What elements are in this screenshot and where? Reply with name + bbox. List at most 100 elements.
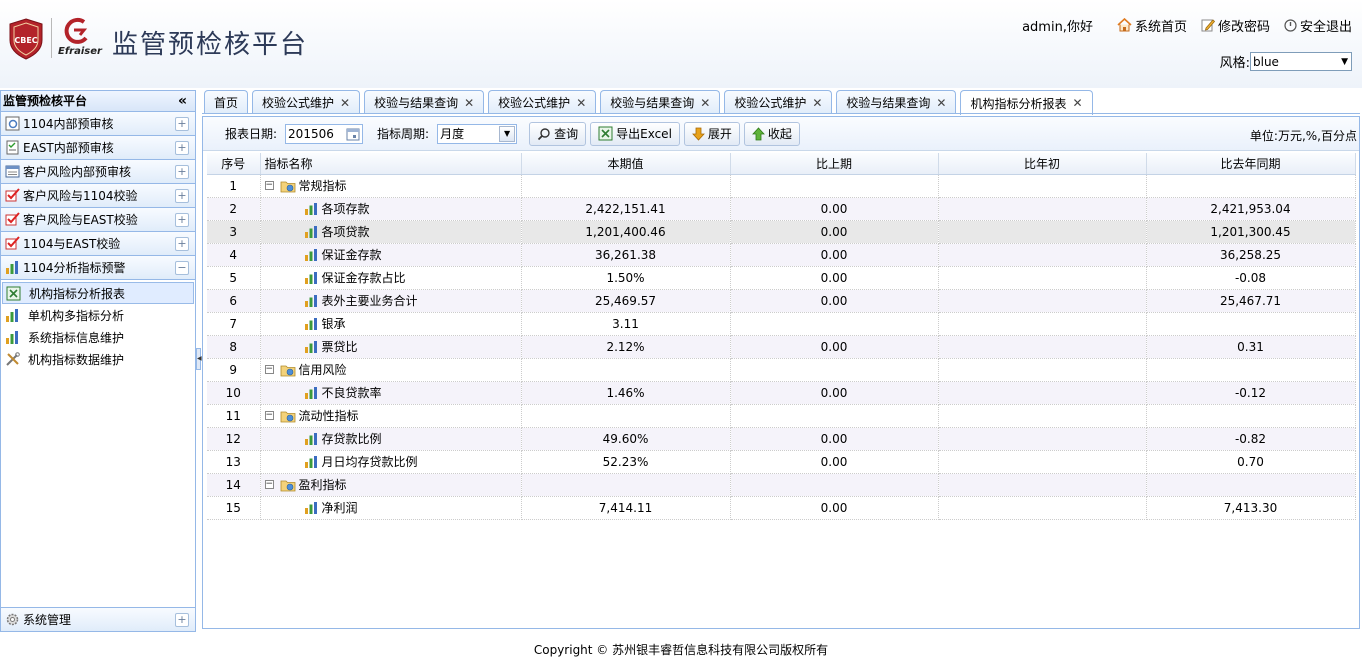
vs-ytd-value: [938, 335, 1147, 359]
close-icon[interactable]: ✕: [340, 96, 350, 110]
vs-yoy-value: -0.12: [1146, 381, 1356, 405]
expand-icon[interactable]: +: [175, 613, 189, 627]
sidebar-group-customer-risk-review[interactable]: 客户风险内部预审核 +: [1, 160, 195, 184]
tab-check-result-query[interactable]: 校验与结果查询 ✕: [600, 90, 721, 114]
sidebar-group-east-review[interactable]: EAST内部预审核 +: [1, 136, 195, 160]
vs-yoy-value: 0.70: [1146, 450, 1356, 474]
tree-collapse-toggle[interactable]: −: [264, 411, 274, 420]
table-row[interactable]: 13 月日均存贷款比例 52.23% 0.00 0.70: [207, 450, 1356, 474]
home-link[interactable]: 系统首页: [1117, 16, 1187, 35]
expand-icon[interactable]: +: [175, 141, 189, 155]
sidebar-group-customer-risk-1104[interactable]: 客户风险与1104校验 +: [1, 184, 195, 208]
column-header-name[interactable]: 指标名称: [260, 153, 522, 175]
table-row[interactable]: 4 保证金存款 36,261.38 0.00 36,258.25: [207, 243, 1356, 267]
expand-icon[interactable]: +: [175, 237, 189, 251]
collapse-icon[interactable]: −: [175, 261, 189, 275]
close-icon[interactable]: ✕: [936, 96, 946, 110]
close-icon[interactable]: ✕: [812, 96, 822, 110]
sidebar-item-label: 机构指标分析报表: [29, 286, 126, 301]
bar-chart-icon: [304, 271, 317, 284]
sidebar-group-customer-risk-east[interactable]: 客户风险与EAST校验 +: [1, 208, 195, 232]
tab-formula-maintain[interactable]: 校验公式维护 ✕: [724, 90, 833, 114]
change-password-link[interactable]: 修改密码: [1201, 16, 1270, 35]
column-header-no[interactable]: 序号: [207, 153, 261, 175]
tab-check-result-query[interactable]: 校验与结果查询 ✕: [364, 90, 485, 114]
expand-icon[interactable]: +: [175, 189, 189, 203]
sidebar-group-label: 1104内部预审核: [23, 117, 114, 131]
tab-formula-maintain[interactable]: 校验公式维护 ✕: [488, 90, 597, 114]
folder-icon: [280, 411, 295, 422]
tab-bar: 首页 校验公式维护 ✕ 校验与结果查询 ✕ 校验公式维护 ✕ 校验与结果查询 ✕ 校验公…: [204, 90, 1097, 115]
vs-prev-value: 0.00: [730, 381, 939, 405]
close-icon[interactable]: ✕: [464, 96, 474, 110]
tree-collapse-toggle[interactable]: −: [264, 480, 274, 489]
indicator-name-cell: 保证金存款占比: [260, 266, 522, 290]
row-number: 8: [207, 335, 261, 359]
table-row[interactable]: 5 保证金存款占比 1.50% 0.00 -0.08: [207, 266, 1356, 290]
tab-divider: [202, 113, 1360, 114]
table-row[interactable]: 6 表外主要业务合计 25,469.57 0.00 25,467.71: [207, 289, 1356, 313]
close-icon[interactable]: ✕: [700, 96, 710, 110]
report-date-input[interactable]: 201506: [285, 123, 364, 144]
sidebar-group-1104-east[interactable]: 1104与EAST校验 +: [1, 232, 195, 256]
sidebar-group-1104-review[interactable]: 1104内部预审核 +: [1, 112, 195, 136]
sidebar-item-org-indicator-data[interactable]: 机构指标数据维护: [2, 348, 194, 370]
table-row[interactable]: 9− 信用风险: [207, 358, 1356, 382]
vs-yoy-value: [1146, 174, 1356, 198]
sidebar-item-label: 单机构多指标分析: [28, 308, 125, 323]
sidebar-item-system-indicator-info[interactable]: 系统指标信息维护: [2, 326, 194, 348]
sidebar-item-single-org-multi-indicator[interactable]: 单机构多指标分析: [2, 304, 194, 326]
tab-home[interactable]: 首页: [204, 90, 249, 114]
query-button[interactable]: 查询: [529, 121, 587, 146]
bar-chart-icon: [304, 202, 317, 215]
export-excel-button[interactable]: 导出Excel: [590, 121, 680, 146]
efraiser-logo-text: Efraiser: [58, 46, 102, 57]
collapse-all-button[interactable]: 收起: [743, 121, 800, 146]
table-row[interactable]: 3 各项贷款 1,201,400.46 0.00 1,201,300.45: [207, 220, 1356, 244]
close-icon[interactable]: ✕: [1073, 96, 1083, 110]
indicator-name-cell: 银承: [260, 312, 522, 336]
tab-org-indicator-report[interactable]: 机构指标分析报表 ✕: [960, 90, 1093, 115]
tab-label: 校验与结果查询: [374, 96, 459, 110]
bar-chart-icon: [4, 307, 20, 323]
sidebar-split-handle[interactable]: ◀: [196, 348, 202, 370]
table-row[interactable]: 14− 盈利指标: [207, 473, 1356, 497]
table-row[interactable]: 8 票贷比 2.12% 0.00 0.31: [207, 335, 1356, 359]
table-row[interactable]: 10 不良贷款率 1.46% 0.00 -0.12: [207, 381, 1356, 405]
indicator-name: 银承: [321, 317, 346, 331]
calendar-icon[interactable]: [346, 127, 360, 141]
column-header-vs-ytd[interactable]: 比年初: [938, 153, 1147, 175]
sidebar-group-system-management[interactable]: 系统管理 +: [1, 608, 195, 631]
table-row[interactable]: 11− 流动性指标: [207, 404, 1356, 428]
table-row[interactable]: 7 银承 3.11: [207, 312, 1356, 336]
column-header-vs-yoy[interactable]: 比去年同期: [1146, 153, 1356, 175]
bar-chart-icon: [304, 317, 317, 330]
table-row[interactable]: 15 净利润 7,414.11 0.00 7,413.30: [207, 496, 1356, 520]
period-select[interactable]: 月度 ▼: [437, 123, 518, 144]
table-row[interactable]: 2 各项存款 2,422,151.41 0.00 2,421,953.04: [207, 197, 1356, 221]
sidebar-group-1104-analysis[interactable]: 1104分析指标预警 −: [1, 256, 195, 280]
column-header-vs-prev[interactable]: 比上期: [730, 153, 939, 175]
tab-check-result-query[interactable]: 校验与结果查询 ✕: [836, 90, 957, 114]
sidebar-collapse-icon[interactable]: «: [178, 91, 187, 112]
row-number: 7: [207, 312, 261, 336]
expand-all-label: 展开: [707, 127, 732, 141]
sidebar-title: 监管预检核平台 «: [1, 91, 195, 112]
table-row[interactable]: 1− 常规指标: [207, 174, 1356, 198]
sidebar-item-org-indicator-report[interactable]: 机构指标分析报表: [2, 282, 194, 304]
expand-icon[interactable]: +: [175, 165, 189, 179]
expand-icon[interactable]: +: [175, 213, 189, 227]
indicator-treegrid: 序号 指标名称 本期值 比上期 比年初 比去年同期 1− 常规指标 2 各项存款 2,4…: [207, 153, 1356, 520]
table-row[interactable]: 12 存贷款比例 49.60% 0.00 -0.82: [207, 427, 1356, 451]
indicator-group-name: 流动性指标: [298, 409, 359, 423]
style-select[interactable]: blue ▼: [1250, 52, 1352, 71]
column-header-current[interactable]: 本期值: [521, 153, 731, 175]
tree-collapse-toggle[interactable]: −: [264, 181, 274, 190]
logout-link[interactable]: 安全退出: [1284, 16, 1352, 35]
expand-icon[interactable]: +: [175, 117, 189, 131]
close-icon[interactable]: ✕: [576, 96, 586, 110]
expand-all-button[interactable]: 展开: [683, 121, 740, 146]
tab-formula-maintain[interactable]: 校验公式维护 ✕: [252, 90, 361, 114]
tree-collapse-toggle[interactable]: −: [264, 365, 274, 374]
sidebar-group-label: EAST内部预审核: [23, 141, 114, 155]
